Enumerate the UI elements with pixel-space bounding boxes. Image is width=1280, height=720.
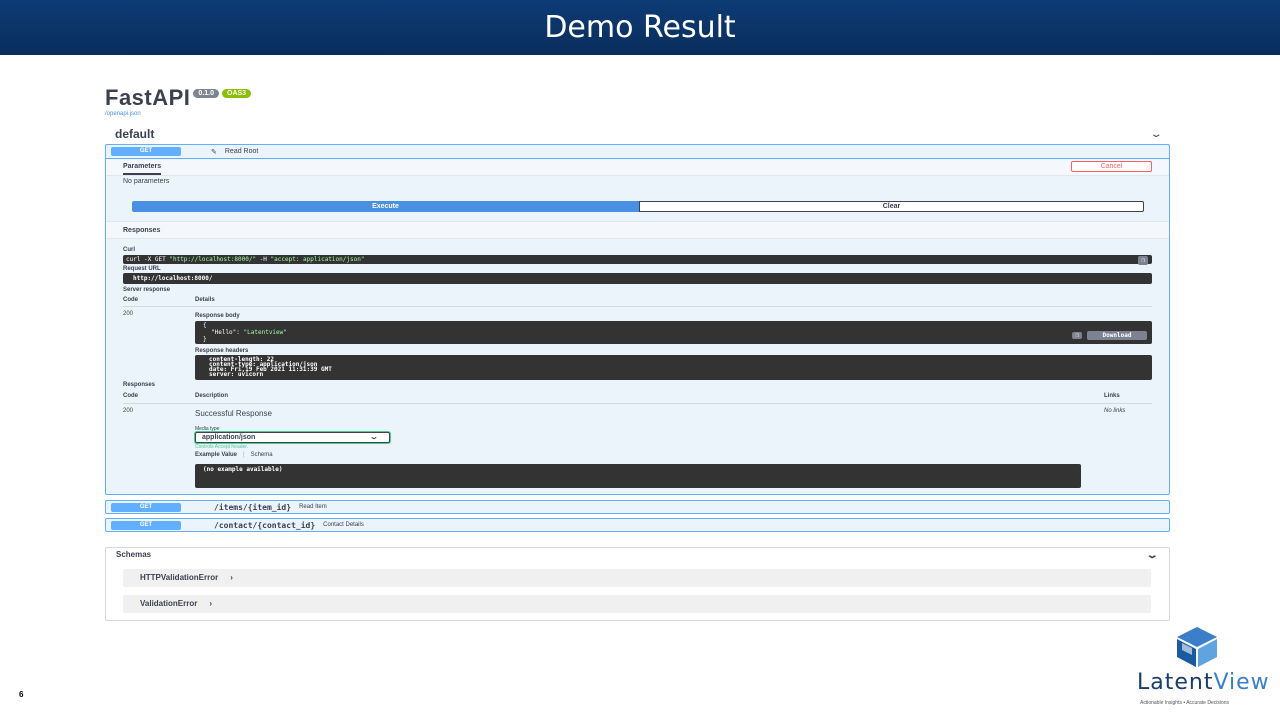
operation-description: Contact Details: [323, 522, 364, 528]
api-title: FastAPI: [105, 85, 191, 110]
api-brand: FastAPI 0.1.0 OAS3 /openapi.json: [105, 85, 252, 117]
body-close-brace: }: [203, 336, 207, 343]
oas-badge: OAS3: [222, 89, 252, 98]
responses-bar: Responses: [106, 221, 1169, 239]
logo-text-dark: Latent: [1137, 670, 1214, 695]
server-response-label: Server response: [123, 287, 171, 293]
curl-prefix: curl -X GET: [126, 256, 170, 263]
slide-header: Demo Result: [0, 0, 1280, 55]
latentview-logo: LatentView Actionable Insights • Accurat…: [1132, 625, 1269, 711]
tab-divider: |: [243, 452, 245, 458]
parameters-bar: Parameters Cancel: [106, 160, 1169, 176]
response-body: { "Hello": "Latentview" } ❐ Download: [195, 321, 1152, 344]
no-links-text: No links: [1104, 408, 1126, 414]
request-url-label: Request URL: [123, 266, 161, 272]
controls-accept-note: Controls Accept header.: [195, 444, 249, 450]
chevron-right-icon: ›: [230, 573, 233, 582]
chevron-down-icon[interactable]: ⌄: [1149, 129, 1162, 140]
no-parameters-text: No parameters: [123, 178, 170, 185]
curl-header: "accept: application/json": [270, 256, 365, 263]
details-column-header: Details: [195, 297, 215, 303]
download-button[interactable]: Download: [1087, 331, 1147, 340]
method-badge: GET: [111, 502, 181, 512]
curl-command: curl -X GET "http://localhost:8000/" -H …: [123, 255, 1152, 265]
responses-doc-label: Responses: [123, 382, 156, 388]
operation-path: /contact/{contact_id}: [214, 520, 316, 530]
response-headers-label: Response headers: [195, 348, 249, 354]
operation-get-item[interactable]: GET /items/{item_id} Read Item: [105, 500, 1170, 514]
body-key: "Hello": [211, 329, 237, 336]
chevron-right-icon: ›: [209, 599, 213, 608]
chevron-down-icon: ⌄: [369, 434, 379, 441]
copy-icon[interactable]: ❐: [1138, 256, 1148, 265]
request-url: http://localhost:8000/: [123, 273, 1152, 284]
curl-url: "http://localhost:8000/": [169, 256, 257, 263]
tag-title: default: [115, 127, 155, 141]
doc-response-description: Successful Response: [195, 409, 272, 418]
operation-get-contact[interactable]: GET /contact/{contact_id} Contact Detail…: [105, 518, 1170, 532]
logo-wordmark: LatentView: [1137, 670, 1270, 695]
example-value-box: (no example available): [195, 464, 1081, 488]
operation-summary[interactable]: GET ✎ Read Root: [106, 145, 1169, 159]
divider: [123, 306, 1152, 307]
header-line: server: uvicorn: [209, 371, 264, 378]
clear-button[interactable]: Clear: [639, 201, 1144, 212]
example-tabs: Example Value | Schema: [195, 452, 273, 458]
operation-path: /items/{item_id}: [214, 502, 292, 512]
operation-description: Read Item: [299, 504, 327, 510]
tag-section-default[interactable]: default ⌄: [115, 127, 1163, 141]
links-column-header: Links: [1104, 393, 1120, 399]
doc-response-code: 200: [123, 408, 134, 414]
chevron-down-icon[interactable]: ⌄: [1145, 550, 1158, 561]
body-sep: :: [236, 329, 244, 336]
logo-tagline: Actionable Insights • Accurate Decisions: [1140, 700, 1230, 706]
cancel-button[interactable]: Cancel: [1071, 161, 1152, 172]
slide-title: Demo Result: [544, 10, 736, 45]
response-body-label: Response body: [195, 313, 240, 319]
curl-label: Curl: [123, 247, 135, 253]
operation-get-root: GET ✎ Read Root Parameters Cancel No par…: [105, 144, 1170, 495]
model-name: ValidationError: [140, 599, 198, 608]
tab-example-value[interactable]: Example Value: [195, 452, 237, 458]
body-value: "Latentview": [243, 329, 287, 336]
execute-controls: Execute Clear: [132, 201, 1144, 212]
responses-heading: Responses: [123, 227, 161, 234]
method-badge: GET: [111, 520, 181, 530]
response-headers: content-length: 22 content-type: applica…: [195, 355, 1152, 380]
model-name: HTTPValidationError: [140, 573, 219, 582]
execute-button[interactable]: Execute: [132, 201, 639, 212]
media-type-value: application/json: [202, 434, 256, 441]
code-column-header: Code: [123, 393, 138, 399]
description-column-header: Description: [195, 393, 229, 399]
copy-icon[interactable]: ❐: [1072, 332, 1082, 339]
openapi-json-link[interactable]: /openapi.json: [105, 111, 251, 117]
version-badge: 0.1.0: [193, 89, 219, 98]
body-open-brace: {: [203, 322, 207, 329]
schemas-heading: Schemas: [116, 550, 152, 559]
logo-text-light: View: [1213, 670, 1270, 695]
code-column-header: Code: [123, 297, 138, 303]
schemas-section: Schemas ⌄ HTTPValidationError › Validatio…: [105, 547, 1170, 621]
pencil-icon: ✎: [211, 148, 217, 156]
media-type-select[interactable]: application/json ⌄: [195, 432, 390, 443]
cube-logo-icon: [1177, 627, 1217, 667]
operation-description: Read Root: [224, 148, 259, 155]
tab-parameters[interactable]: Parameters: [123, 163, 162, 175]
curl-flag: -H: [256, 256, 271, 263]
schema-model[interactable]: HTTPValidationError ›: [123, 569, 1151, 587]
divider: [123, 403, 1152, 404]
method-badge: GET: [111, 147, 181, 156]
response-code: 200: [123, 311, 134, 317]
page-number: 6: [19, 690, 24, 699]
tab-schema[interactable]: Schema: [251, 452, 273, 458]
schemas-header[interactable]: Schemas ⌄: [116, 550, 1159, 561]
schema-model[interactable]: ValidationError ›: [123, 595, 1151, 613]
